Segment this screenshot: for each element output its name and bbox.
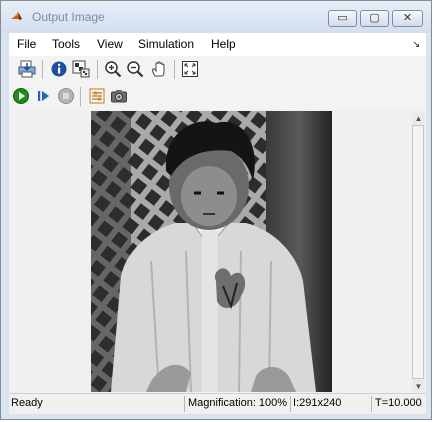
window-title: Output Image (32, 10, 105, 24)
menu-bar: File Tools View Simulation Help ↘ (9, 33, 426, 57)
settings-icon[interactable] (88, 87, 106, 105)
zoom-in-icon[interactable] (104, 60, 122, 78)
stop-icon[interactable] (57, 87, 75, 105)
title-bar[interactable]: Output Image ▭ ▢ ✕ (1, 1, 431, 33)
menu-file[interactable]: File (17, 37, 36, 51)
toolbar-separator (42, 60, 43, 79)
output-image[interactable] (91, 111, 332, 392)
scroll-up-icon[interactable]: ▲ (412, 113, 425, 124)
minimize-button[interactable]: ▭ (328, 10, 357, 27)
status-divider (290, 396, 291, 412)
fit-to-window-icon[interactable] (181, 60, 199, 78)
zoom-out-icon[interactable] (126, 60, 144, 78)
toolbar-separator (174, 60, 175, 79)
status-sim-time: T=10.000 (375, 397, 422, 409)
main-toolbar (9, 56, 426, 84)
info-icon[interactable] (50, 60, 68, 78)
maximize-icon: ▢ (369, 12, 380, 24)
pixel-region-icon[interactable] (72, 60, 90, 78)
photo-render (91, 111, 332, 392)
status-bar: Ready Magnification: 100% I:291x240 T=10… (9, 393, 426, 414)
minimize-icon: ▭ (337, 12, 348, 24)
close-button[interactable]: ✕ (392, 10, 423, 27)
simulation-toolbar (9, 83, 426, 111)
status-divider (184, 396, 185, 412)
scrollbar-thumb[interactable] (412, 125, 424, 379)
scroll-down-icon[interactable]: ▼ (412, 381, 425, 392)
output-image-window: Output Image ▭ ▢ ✕ File Tools View Simul… (0, 0, 432, 420)
menu-overflow-icon[interactable]: ↘ (412, 39, 420, 50)
vertical-scrollbar[interactable]: ▲ ▼ (412, 113, 425, 392)
image-viewer: ▲ ▼ (9, 110, 426, 393)
step-forward-icon[interactable] (35, 87, 53, 105)
run-icon[interactable] (12, 87, 30, 105)
matlab-logo-icon (11, 12, 22, 20)
status-image-size: I:291x240 (293, 397, 342, 409)
snapshot-icon[interactable] (110, 87, 128, 105)
toolbar-separator (80, 87, 81, 106)
status-divider (371, 396, 372, 412)
menu-help[interactable]: Help (211, 37, 236, 51)
toolbar-separator (97, 60, 98, 79)
maximize-button[interactable]: ▢ (360, 10, 389, 27)
status-state: Ready (11, 397, 43, 409)
close-icon: ✕ (402, 12, 413, 24)
menu-simulation[interactable]: Simulation (138, 37, 194, 51)
print-icon[interactable] (18, 60, 36, 78)
menu-tools[interactable]: Tools (52, 37, 80, 51)
pan-hand-icon[interactable] (150, 60, 168, 78)
menu-view[interactable]: View (97, 37, 123, 51)
status-magnification: Magnification: 100% (188, 397, 288, 409)
